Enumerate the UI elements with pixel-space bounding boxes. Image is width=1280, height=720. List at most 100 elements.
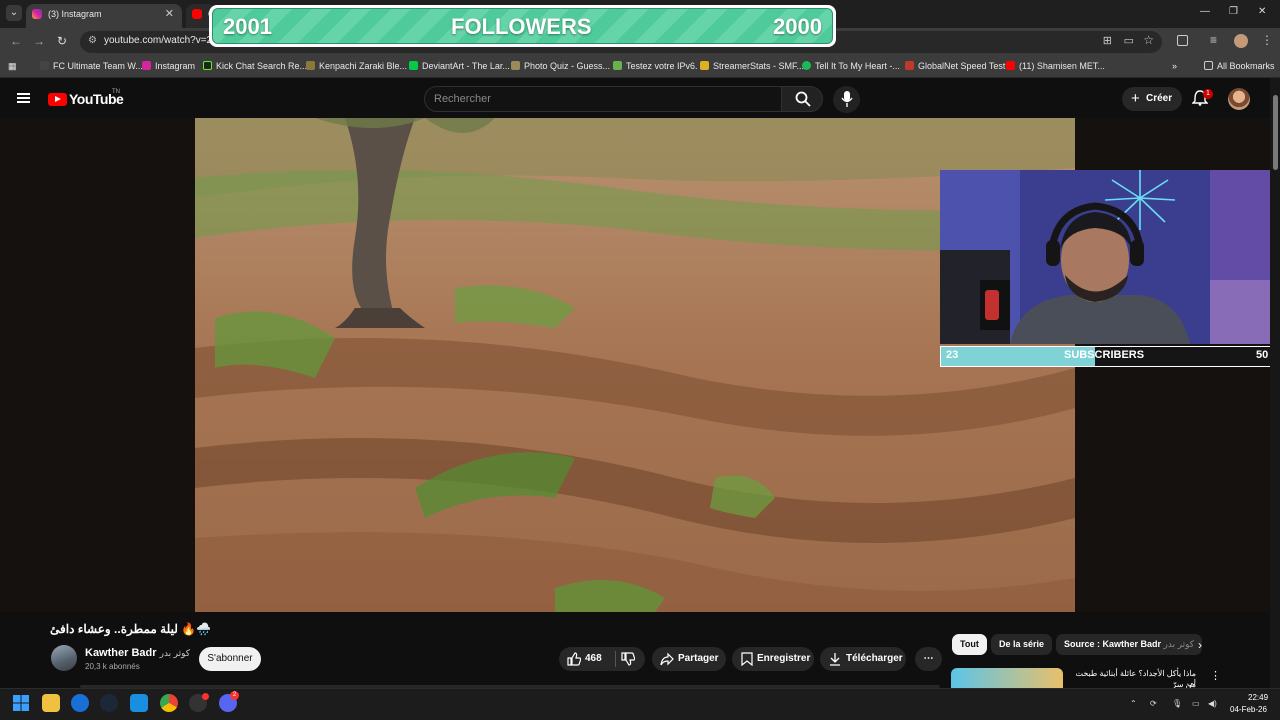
tab-search-dropdown[interactable]: ⌄ <box>6 5 22 21</box>
bookmark-item[interactable]: FC Ultimate Team W... <box>40 61 143 71</box>
reload-icon[interactable]: ↻ <box>57 34 67 48</box>
taskbar-time[interactable]: 22:49 <box>1248 693 1268 702</box>
recommendation-menu-icon[interactable]: ⋮ <box>1210 669 1221 682</box>
profile-avatar-icon[interactable] <box>1234 34 1248 48</box>
subscribers-current: 23 <box>946 349 959 361</box>
search-placeholder: Rechercher <box>434 93 491 105</box>
spotify-icon <box>802 61 811 70</box>
browser-menu-icon[interactable]: ⋮ <box>1261 33 1273 47</box>
channel-name[interactable]: Kawther Badr كوثر بدر <box>85 647 190 659</box>
maximize-icon[interactable]: ❐ <box>1229 6 1238 17</box>
bookmark-icon <box>741 652 753 666</box>
more-dots-icon: ⋯ <box>923 653 934 664</box>
followers-goal: 2000 <box>773 14 822 39</box>
download-button[interactable]: Télécharger <box>820 647 906 671</box>
translate-icon[interactable]: ⊞ <box>1103 34 1112 47</box>
subscribe-button[interactable]: S'abonner <box>199 647 261 671</box>
mic-tray-icon[interactable]: 🎙 <box>1172 699 1182 708</box>
network-icon[interactable]: ▭ <box>1192 699 1200 708</box>
like-count: 468 <box>585 653 602 664</box>
bookmark-item[interactable]: Photo Quiz - Guess... <box>511 61 610 71</box>
search-button[interactable] <box>781 86 823 112</box>
thumbs-down-icon <box>621 652 635 666</box>
search-icon <box>795 91 811 107</box>
bookmarks-bar: ▦ FC Ultimate Team W... Instagram Kick C… <box>0 56 1280 78</box>
bookmark-item[interactable]: Kick Chat Search Re... <box>203 61 307 71</box>
extensions-icon[interactable] <box>1177 35 1188 46</box>
tray-overflow-icon[interactable]: ⌃ <box>1130 699 1137 708</box>
chrome-icon[interactable] <box>160 694 178 712</box>
deviantart-icon <box>409 61 418 70</box>
media-control-icon[interactable]: ≡ <box>1210 33 1217 47</box>
close-tab-icon[interactable]: ✕ <box>165 4 174 24</box>
bookmark-item[interactable]: GlobalNet Speed Test <box>905 61 1005 71</box>
like-button[interactable]: 468 <box>559 647 611 671</box>
chips-next-icon[interactable]: › <box>1198 638 1202 652</box>
windows-start-icon[interactable] <box>12 694 30 712</box>
youtube-logo-icon[interactable] <box>48 93 67 106</box>
streamer-webcam <box>940 170 1280 344</box>
channel-avatar[interactable] <box>51 645 77 671</box>
voice-search-button[interactable] <box>833 86 860 113</box>
bookmark-item[interactable]: Instagram <box>142 61 195 71</box>
chip-all[interactable]: Tout <box>952 634 987 655</box>
thumbs-up-icon <box>567 652 581 666</box>
plus-icon: + <box>1131 90 1140 107</box>
minimize-icon[interactable]: — <box>1200 6 1210 17</box>
bookmark-star-icon[interactable]: ☆ <box>1143 33 1154 47</box>
scrollbar-thumb[interactable] <box>1273 95 1278 170</box>
tab-instagram[interactable]: (3) Instagram ✕ <box>26 4 182 28</box>
globalnet-icon <box>905 61 914 70</box>
more-bookmarks-icon[interactable]: » <box>1172 61 1177 71</box>
forward-icon[interactable]: → <box>33 34 45 48</box>
outlook-icon[interactable] <box>71 694 89 712</box>
bookmark-item[interactable]: Tell It To My Heart -... <box>802 61 900 71</box>
chip-series[interactable]: De la série <box>991 634 1053 655</box>
edge-icon[interactable] <box>130 694 148 712</box>
tray-app-icon[interactable]: ⟳ <box>1150 699 1157 708</box>
cast-icon[interactable]: ▭ <box>1124 34 1134 47</box>
chip-source[interactable]: Source : Kawther Badr كوثر بدر <box>1056 634 1203 655</box>
back-icon[interactable]: ← <box>10 34 22 48</box>
discord-badge: 2 <box>230 691 239 700</box>
fc-icon <box>40 61 49 70</box>
instagram-icon <box>142 61 151 70</box>
user-avatar[interactable] <box>1228 88 1250 110</box>
site-info-icon[interactable]: ⚙ <box>88 35 97 46</box>
bookmark-item[interactable]: (11) Shamisen MET... <box>1006 61 1105 71</box>
menu-icon[interactable] <box>17 93 30 103</box>
taskbar-date[interactable]: 04-Feb-26 <box>1230 705 1267 714</box>
bookmark-item[interactable]: DeviantArt - The Lar... <box>409 61 510 71</box>
url-text[interactable]: youtube.com/watch?v=2Q <box>104 35 220 46</box>
file-explorer-icon[interactable] <box>42 694 60 712</box>
share-icon <box>660 652 674 666</box>
bookmark-item[interactable]: Kenpachi Zaraki Ble... <box>306 61 407 71</box>
close-window-icon[interactable]: ✕ <box>1258 6 1266 17</box>
like-divider <box>615 651 616 667</box>
folder-icon <box>1204 61 1213 70</box>
followers-current: 2001 <box>223 14 272 39</box>
followers-label: FOLLOWERS <box>451 14 592 39</box>
steam-icon[interactable] <box>100 694 118 712</box>
kick-icon <box>203 61 212 70</box>
followers-goal-banner: 2001 FOLLOWERS 2000 <box>209 5 836 47</box>
bookmark-item[interactable]: StreamerStats - SMF... <box>700 61 804 71</box>
create-button[interactable]: + Créer <box>1122 87 1182 111</box>
recommendation-thumbnail[interactable] <box>951 668 1063 688</box>
share-button[interactable]: Partager <box>652 647 726 671</box>
download-icon <box>830 653 840 666</box>
dislike-button[interactable] <box>617 647 645 671</box>
more-actions-button[interactable]: ⋯ <box>915 647 942 671</box>
apps-grid-icon[interactable]: ▦ <box>8 61 17 72</box>
subscribers-label: SUBSCRIBERS <box>1064 349 1145 361</box>
instagram-icon <box>32 9 42 19</box>
save-button[interactable]: Enregistrer <box>732 647 814 671</box>
volume-icon[interactable]: ◀) <box>1208 699 1217 708</box>
channel-subscriber-count: 20,3 k abonnés <box>85 662 140 671</box>
all-bookmarks[interactable]: All Bookmarks <box>1204 61 1275 71</box>
tab-label: (3) Instagram <box>48 9 102 19</box>
subscribers-goal: 50 <box>1256 349 1269 361</box>
bookmark-item[interactable]: Testez votre IPv6. <box>613 61 698 71</box>
streamerstats-icon <box>700 61 709 70</box>
kenpachi-icon <box>306 61 315 70</box>
